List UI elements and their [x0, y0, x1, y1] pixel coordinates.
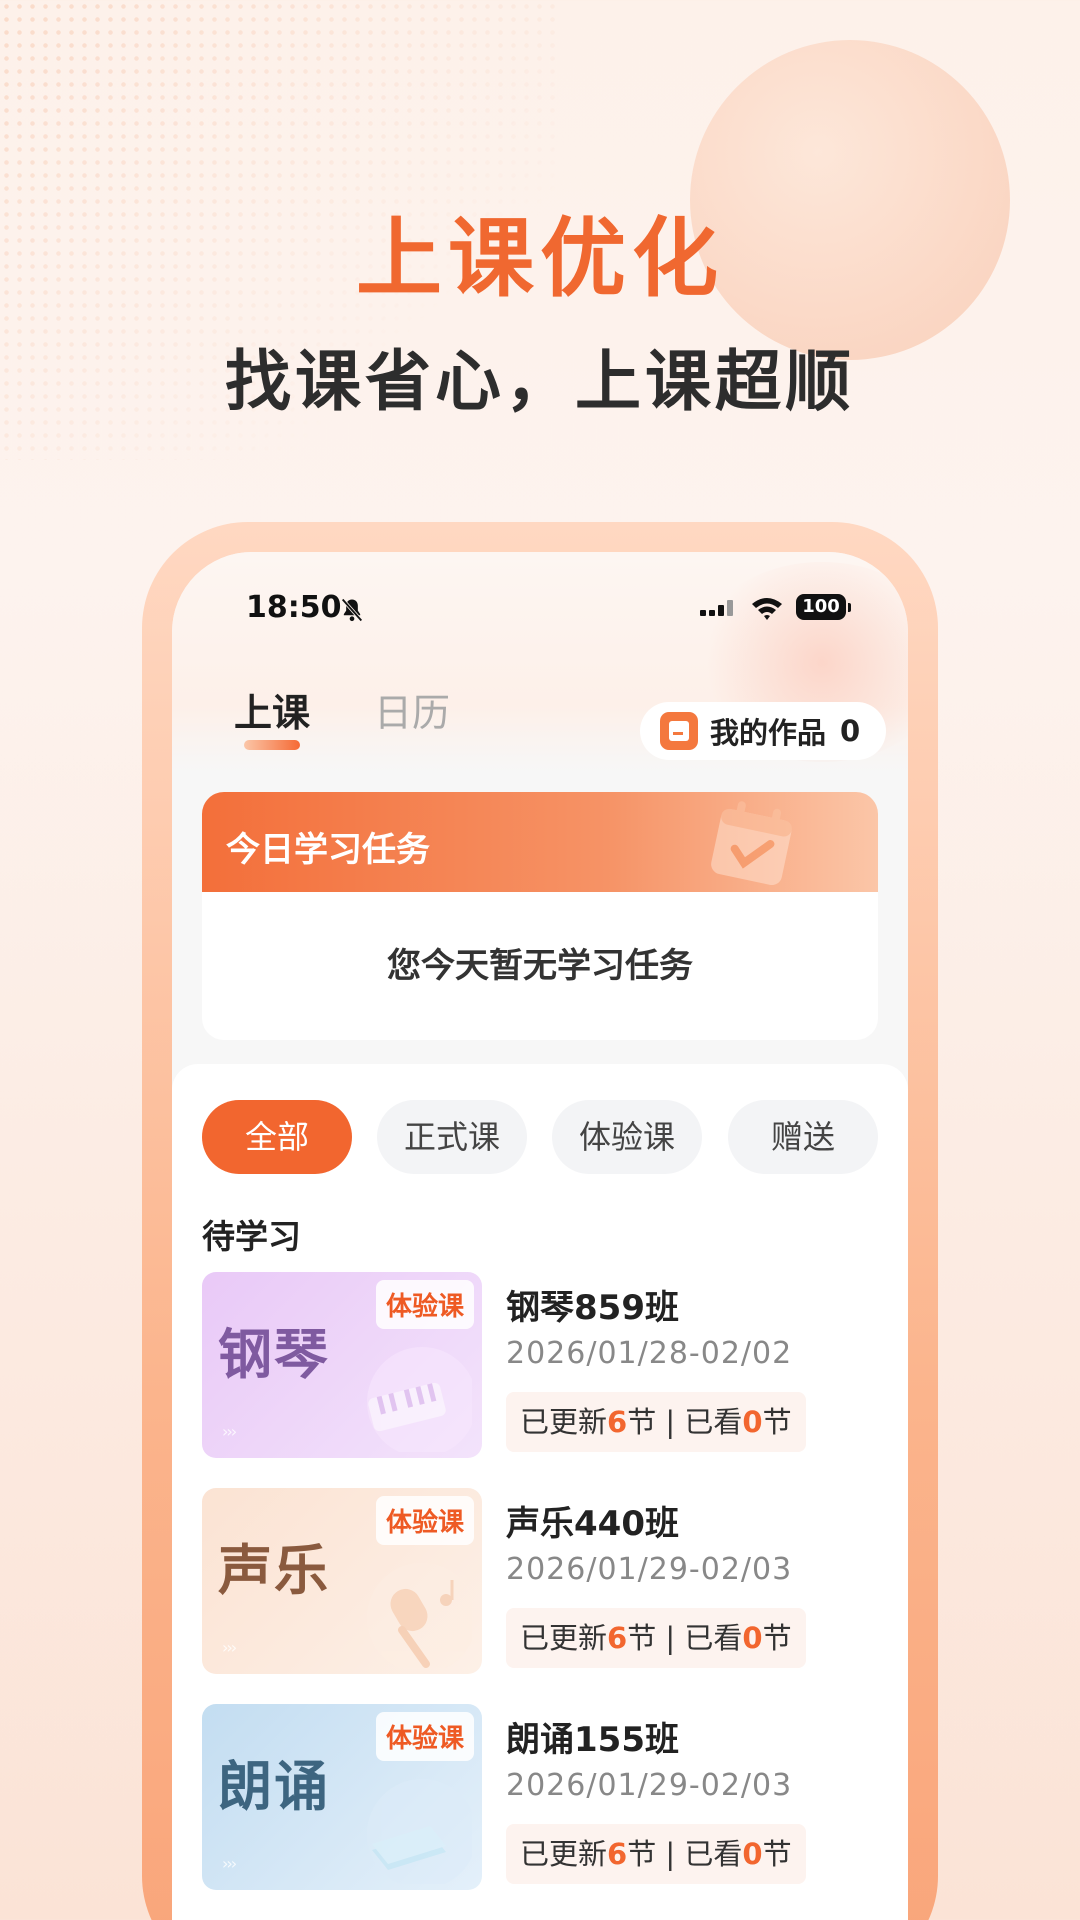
progress-updated-count: 6	[607, 1837, 628, 1871]
progress-updated-count: 6	[607, 1405, 628, 1439]
hero-title: 上课优化	[356, 209, 724, 309]
progress-watched-count: 0	[742, 1837, 763, 1871]
course-dates: 2026/01/29-02/03	[506, 1768, 793, 1803]
trial-badge: 体验课	[375, 1712, 474, 1761]
course-thumbnail-title: 朗诵	[218, 1755, 330, 1818]
course-item-piano[interactable]: 钢琴 体验课 ››› 钢琴859班 2026/01/28-02/02 已更新6节…	[202, 1272, 878, 1458]
progress-unit: 节	[762, 1405, 792, 1439]
course-name: 声乐440班	[506, 1504, 679, 1544]
progress-updated-label: 已更新	[520, 1837, 608, 1871]
course-thumbnail[interactable]: 钢琴 体验课 ›››	[202, 1272, 482, 1458]
filter-gift[interactable]: 赠送	[728, 1100, 878, 1174]
course-thumbnail[interactable]: 声乐 体验课 ›››	[202, 1488, 482, 1674]
filter-trial[interactable]: 体验课	[552, 1100, 702, 1174]
course-dates: 2026/01/29-02/03	[506, 1552, 793, 1587]
progress-watched-count: 0	[742, 1405, 763, 1439]
tab-calendar[interactable]: 日历	[374, 682, 450, 737]
daily-task-empty-text: 您今天暂无学习任务	[387, 946, 693, 986]
course-name: 朗诵155班	[506, 1720, 679, 1760]
phone-screen: 18:50 100 上课 日历 我的作品 0 今日学习任务 您今天暂无学习任务 …	[172, 552, 908, 1920]
progress-updated-label: 已更新	[520, 1405, 608, 1439]
course-progress: 已更新6节 | 已看0节	[506, 1608, 806, 1668]
daily-task-card: 今日学习任务 您今天暂无学习任务	[202, 792, 878, 1040]
my-works-label: 我的作品	[710, 716, 827, 750]
status-bar: 18:50 100	[172, 590, 908, 640]
calendar-check-icon	[711, 801, 792, 886]
progress-updated-label: 已更新	[520, 1621, 608, 1655]
course-name: 钢琴859班	[506, 1288, 679, 1328]
microphone-icon	[367, 1563, 472, 1668]
course-thumbnail-title: 钢琴	[218, 1323, 330, 1386]
daily-task-header: 今日学习任务	[202, 792, 878, 892]
tab-class[interactable]: 上课	[234, 682, 310, 737]
course-item-recitation[interactable]: 朗诵 体验课 ››› 朗诵155班 2026/01/29-02/03 已更新6节…	[202, 1704, 878, 1890]
progress-watched-label: 节 | 已看	[627, 1405, 743, 1439]
progress-unit: 节	[762, 1621, 792, 1655]
trial-badge: 体验课	[375, 1496, 474, 1545]
chevrons-icon: ›››	[222, 1422, 237, 1441]
course-thumbnail[interactable]: 朗诵 体验课 ›››	[202, 1704, 482, 1890]
progress-watched-count: 0	[742, 1621, 763, 1655]
course-dates: 2026/01/28-02/02	[506, 1336, 793, 1371]
chevrons-icon: ›››	[222, 1638, 237, 1657]
section-label-to-study: 待学习	[202, 1217, 301, 1256]
battery-icon: 100	[796, 594, 851, 620]
my-works-button[interactable]: 我的作品 0	[640, 702, 886, 760]
filter-formal[interactable]: 正式课	[377, 1100, 527, 1174]
filter-all[interactable]: 全部	[202, 1100, 352, 1174]
bell-muted-icon	[341, 598, 363, 622]
course-progress: 已更新6节 | 已看0节	[506, 1824, 806, 1884]
course-item-vocal[interactable]: 声乐 体验课 ››› 声乐440班 2026/01/29-02/03 已更新6节…	[202, 1488, 878, 1674]
my-works-count: 0	[840, 714, 861, 748]
hero-subtitle: 找课省心，上课超顺	[225, 343, 855, 420]
trial-badge: 体验课	[375, 1280, 474, 1329]
phone-frame: 18:50 100 上课 日历 我的作品 0 今日学习任务 您今天暂无学习任务 …	[142, 522, 938, 1920]
progress-watched-label: 节 | 已看	[627, 1837, 743, 1871]
works-icon	[660, 712, 698, 750]
progress-updated-count: 6	[607, 1621, 628, 1655]
course-thumbnail-title: 声乐	[218, 1539, 330, 1602]
course-list-panel: 全部 正式课 体验课 赠送 待学习 钢琴 体验课 ››› 钢琴859班 2026…	[172, 1064, 908, 1920]
wifi-icon	[752, 598, 782, 620]
course-progress: 已更新6节 | 已看0节	[506, 1392, 806, 1452]
status-time: 18:50	[246, 590, 342, 625]
signal-icon	[700, 600, 733, 616]
piano-icon	[367, 1347, 472, 1452]
progress-watched-label: 节 | 已看	[627, 1621, 743, 1655]
chevrons-icon: ›››	[222, 1854, 237, 1873]
book-icon	[367, 1779, 472, 1884]
progress-unit: 节	[762, 1837, 792, 1871]
tab-active-indicator	[244, 740, 300, 750]
daily-task-title: 今日学习任务	[226, 830, 430, 870]
